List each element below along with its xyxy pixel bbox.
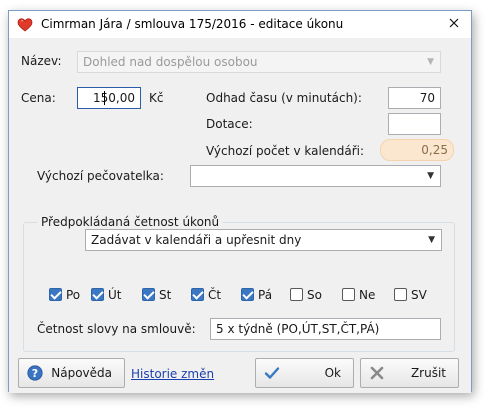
nazev-label: Název: (21, 54, 62, 68)
close-icon (449, 17, 459, 31)
dotace-label: Dotace: (206, 117, 253, 131)
chevron-down-icon: ▼ (427, 171, 434, 181)
checkmark-icon (264, 365, 280, 381)
text-caret (104, 91, 105, 105)
slovy-value: 5 x týdně (PO,ÚT,ST,ČT,PÁ) (216, 322, 380, 336)
slovy-input[interactable]: 5 x týdně (PO,ÚT,ST,ČT,PÁ) (210, 318, 441, 340)
cena-unit: Kč (149, 91, 164, 105)
svg-text:?: ? (32, 367, 38, 380)
checkbox-pa-label: Pá (258, 288, 273, 302)
checkbox-ct[interactable] (191, 288, 204, 301)
title-bar: Cimrman Jára / smlouva 175/2016 - editac… (9, 11, 471, 38)
checkbox-ne[interactable] (342, 288, 355, 301)
window-title: Cimrman Jára / smlouva 175/2016 - editac… (41, 17, 344, 31)
odhad-input[interactable]: 70 (388, 87, 441, 109)
help-icon: ? (27, 365, 43, 381)
cena-label: Cena: (21, 91, 56, 105)
vychozi-pocet-value: 0,25 (421, 143, 448, 157)
cancel-button[interactable]: Zrušit (360, 358, 459, 388)
slovy-label: Četnost slovy na smlouvě: (37, 322, 196, 336)
odhad-label: Odhad času (v minutách): (206, 91, 362, 105)
ok-button-label: Ok (324, 366, 341, 380)
checkbox-sv-label: SV (411, 288, 427, 302)
heart-icon (17, 17, 33, 33)
nazev-value: Dohled nad dospělou osobou (83, 55, 258, 69)
dialog-content: Název: Dohled nad dospělou osobou ▼ Cena… (9, 38, 471, 393)
chevron-down-icon: ▼ (427, 57, 434, 67)
chevron-down-icon: ▼ (428, 235, 435, 245)
frequency-mode-value: Zadávat v kalendáři a upřesnit dny (91, 233, 302, 247)
odhad-value: 70 (419, 91, 435, 105)
cross-icon (369, 365, 385, 381)
checkbox-so[interactable] (290, 288, 303, 301)
pecovatelka-select[interactable]: ▼ (190, 165, 441, 187)
checkbox-ct-label: Čt (208, 288, 222, 302)
checkbox-pa[interactable] (241, 288, 254, 301)
checkbox-st-label: St (159, 288, 172, 302)
checkbox-sv[interactable] (394, 288, 407, 301)
help-button-label: Nápověda (51, 366, 112, 380)
frequency-mode-select[interactable]: Zadávat v kalendáři a upřesnit dny ▼ (85, 229, 442, 251)
dotace-input[interactable] (388, 113, 441, 135)
cena-input[interactable]: 150,00 (77, 87, 141, 109)
history-link[interactable]: Historie změn (131, 367, 214, 381)
pecovatelka-label: Výchozí pečovatelka: (37, 169, 164, 183)
checkbox-so-label: So (307, 288, 322, 302)
vychozi-pocet-input[interactable]: 0,25 (380, 139, 454, 161)
checkbox-po[interactable] (49, 288, 62, 301)
close-button[interactable] (437, 11, 471, 37)
dialog-window: Cimrman Jára / smlouva 175/2016 - editac… (8, 10, 472, 393)
checkbox-ut-label: Út (108, 288, 122, 302)
nazev-select[interactable]: Dohled nad dospělou osobou ▼ (77, 51, 441, 73)
checkbox-ut[interactable] (91, 288, 104, 301)
checkbox-ne-label: Ne (359, 288, 376, 302)
cancel-button-label: Zrušit (410, 366, 446, 380)
button-bar: ? Nápověda Historie změn Ok Zrušit (9, 354, 471, 393)
vychozi-pocet-label: Výchozí počet v kalendáři: (206, 144, 365, 158)
checkbox-po-label: Po (66, 288, 81, 302)
help-button[interactable]: ? Nápověda (18, 358, 125, 388)
ok-button[interactable]: Ok (255, 358, 354, 388)
frequency-group-title: Předpokládaná četnost úkonů (37, 215, 224, 229)
checkbox-st[interactable] (142, 288, 155, 301)
cena-value: 150,00 (93, 91, 135, 105)
